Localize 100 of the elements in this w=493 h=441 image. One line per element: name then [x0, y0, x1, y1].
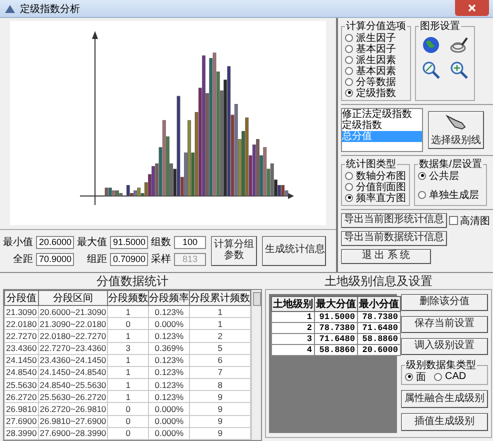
param-field[interactable]: 20.6000 [36, 236, 74, 248]
group-title: 数据集/层设置 [418, 159, 483, 170]
table-cell: 0.123% [148, 390, 190, 403]
param-label: 组距 [86, 253, 107, 266]
table-cell: 23.4360~24.1450 [38, 354, 108, 366]
table-cell: 0.123% [148, 366, 190, 379]
column-header[interactable]: 分段频数 [108, 290, 149, 306]
param-label: 全距 [12, 253, 33, 266]
section-title: 土地级别信息及设置 [324, 273, 434, 289]
group-title: 图形设置 [419, 21, 461, 32]
table-cell: 0.000% [148, 415, 190, 428]
level-button[interactable]: 属性融合生成级别 [401, 390, 488, 408]
level-button[interactable]: 删除该分值 [401, 294, 488, 311]
table-cell: 25.5630 [4, 378, 38, 391]
table-cell: 1 [272, 312, 314, 322]
select-level-button[interactable]: 选择级别线 [428, 111, 484, 149]
table-cell: 9 [190, 390, 251, 403]
table-cell: 0.000% [148, 318, 190, 330]
export-chart-button[interactable]: 导出当前图形统计信息 [341, 213, 447, 228]
generate-button[interactable]: 生成统计信息 [262, 236, 326, 266]
table-cell: 0 [108, 402, 149, 416]
table-cell: 0.000% [148, 402, 190, 416]
level-button[interactable]: 调入级别设置 [401, 338, 488, 355]
column-header[interactable]: 分段区间 [38, 290, 108, 306]
zoom-out-button[interactable] [421, 60, 441, 80]
radio-option[interactable]: 基本因子 [345, 43, 407, 54]
column-header[interactable]: 最小分值 [358, 296, 400, 312]
table-cell: 91.5000 [314, 312, 358, 322]
table-cell: 71.6480 [358, 322, 400, 334]
param-label: 组数 [151, 236, 171, 249]
table-cell: 26.9810 [4, 402, 38, 416]
table-cell: 5 [190, 342, 251, 354]
scrollbar[interactable] [251, 290, 261, 440]
zoom-in-icon [450, 61, 468, 79]
table-cell: 0 [108, 415, 149, 428]
exit-button[interactable]: 退 出 系 统 [341, 249, 431, 264]
radio-option[interactable]: 单独生成层 [418, 189, 483, 200]
table-cell: 0.123% [148, 378, 190, 391]
calculate-button[interactable]: 计算分组参数 [211, 236, 257, 266]
table-cell: 0.123% [148, 330, 190, 342]
param-field[interactable]: 100 [174, 236, 206, 248]
table-cell: 22.0180 [4, 318, 38, 330]
table-cell: 7 [190, 366, 251, 379]
table-cell: 1 [108, 306, 149, 318]
table-cell: 22.7270 [4, 330, 38, 342]
table-cell: 26.9810~27.6900 [38, 415, 108, 428]
radio-option[interactable]: 定级指数 [345, 87, 407, 98]
table-cell: 1 [190, 318, 251, 330]
table-cell: 1 [108, 390, 149, 403]
radio-option[interactable]: 数轴分布图 [345, 170, 406, 181]
column-header[interactable]: 最大分值 [314, 296, 358, 312]
radio-option[interactable]: 面 [405, 371, 426, 382]
column-header[interactable]: 土地级别 [272, 296, 314, 312]
table-cell: 22.0180~22.7270 [38, 330, 108, 342]
radio-option[interactable]: 频率直方图 [345, 192, 406, 203]
level-button[interactable]: 插值生成级别 [401, 413, 488, 431]
table-cell: 8 [190, 378, 251, 391]
table-cell: 78.7380 [314, 322, 358, 334]
table-cell: 1 [108, 330, 149, 342]
table-cell: 71.6480 [314, 334, 358, 344]
hd-checkbox[interactable]: 高清图 [449, 214, 490, 228]
table-cell: 28.3990 [4, 427, 38, 440]
coil-button[interactable] [449, 35, 469, 55]
zoom-in-button[interactable] [449, 60, 469, 80]
table-cell: 22.7270~23.4360 [38, 342, 108, 354]
radio-option[interactable]: 分等数据 [345, 76, 407, 87]
table-cell: 0 [108, 427, 149, 440]
group-title: 计算分值选项 [345, 21, 407, 32]
radio-option[interactable]: 派生因子 [345, 32, 407, 43]
param-label: 最小值 [3, 236, 33, 249]
group-title: 统计图类型 [345, 159, 397, 170]
table-cell: 26.2720~26.9810 [38, 402, 108, 416]
table-cell: 2 [190, 330, 251, 342]
param-field[interactable]: 70.9000 [36, 252, 74, 266]
radio-option[interactable]: 派生因素 [345, 54, 407, 65]
param-field[interactable]: 91.5000 [110, 236, 148, 248]
table-cell: 24.1450 [4, 354, 38, 366]
table-cell: 1 [190, 306, 251, 318]
table-cell: 0.369% [148, 342, 190, 354]
list-item[interactable]: 定级指数 [342, 120, 422, 131]
column-header[interactable]: 分段值 [4, 290, 38, 306]
level-button[interactable]: 保存当前设置 [401, 316, 488, 333]
export-data-button[interactable]: 导出当前数据统计信息 [341, 231, 447, 246]
column-header[interactable]: 分段累计频数 [190, 290, 251, 306]
radio-option[interactable]: 基本因素 [345, 65, 407, 76]
table-cell: 9 [190, 402, 251, 416]
table-cell: 58.8860 [358, 334, 400, 344]
radio-option[interactable]: 分值剖面图 [345, 181, 406, 192]
globe-button[interactable] [421, 35, 441, 55]
column-header[interactable]: 分段频率 [148, 290, 190, 306]
section-title: 分值数据统计 [96, 273, 170, 289]
radio-option[interactable]: CAD [434, 371, 466, 382]
table-cell: 21.3090 [4, 306, 38, 318]
close-button[interactable] [455, 0, 489, 16]
table-cell: 21.3090~22.0180 [38, 318, 108, 330]
param-field[interactable]: 0.70900 [110, 252, 148, 266]
param-label: 采样 [151, 252, 171, 266]
list-item[interactable]: 修正法定级指数 [342, 109, 422, 120]
radio-option[interactable]: 公共层 [418, 170, 483, 181]
table-cell: 25.5630~26.2720 [38, 390, 108, 403]
